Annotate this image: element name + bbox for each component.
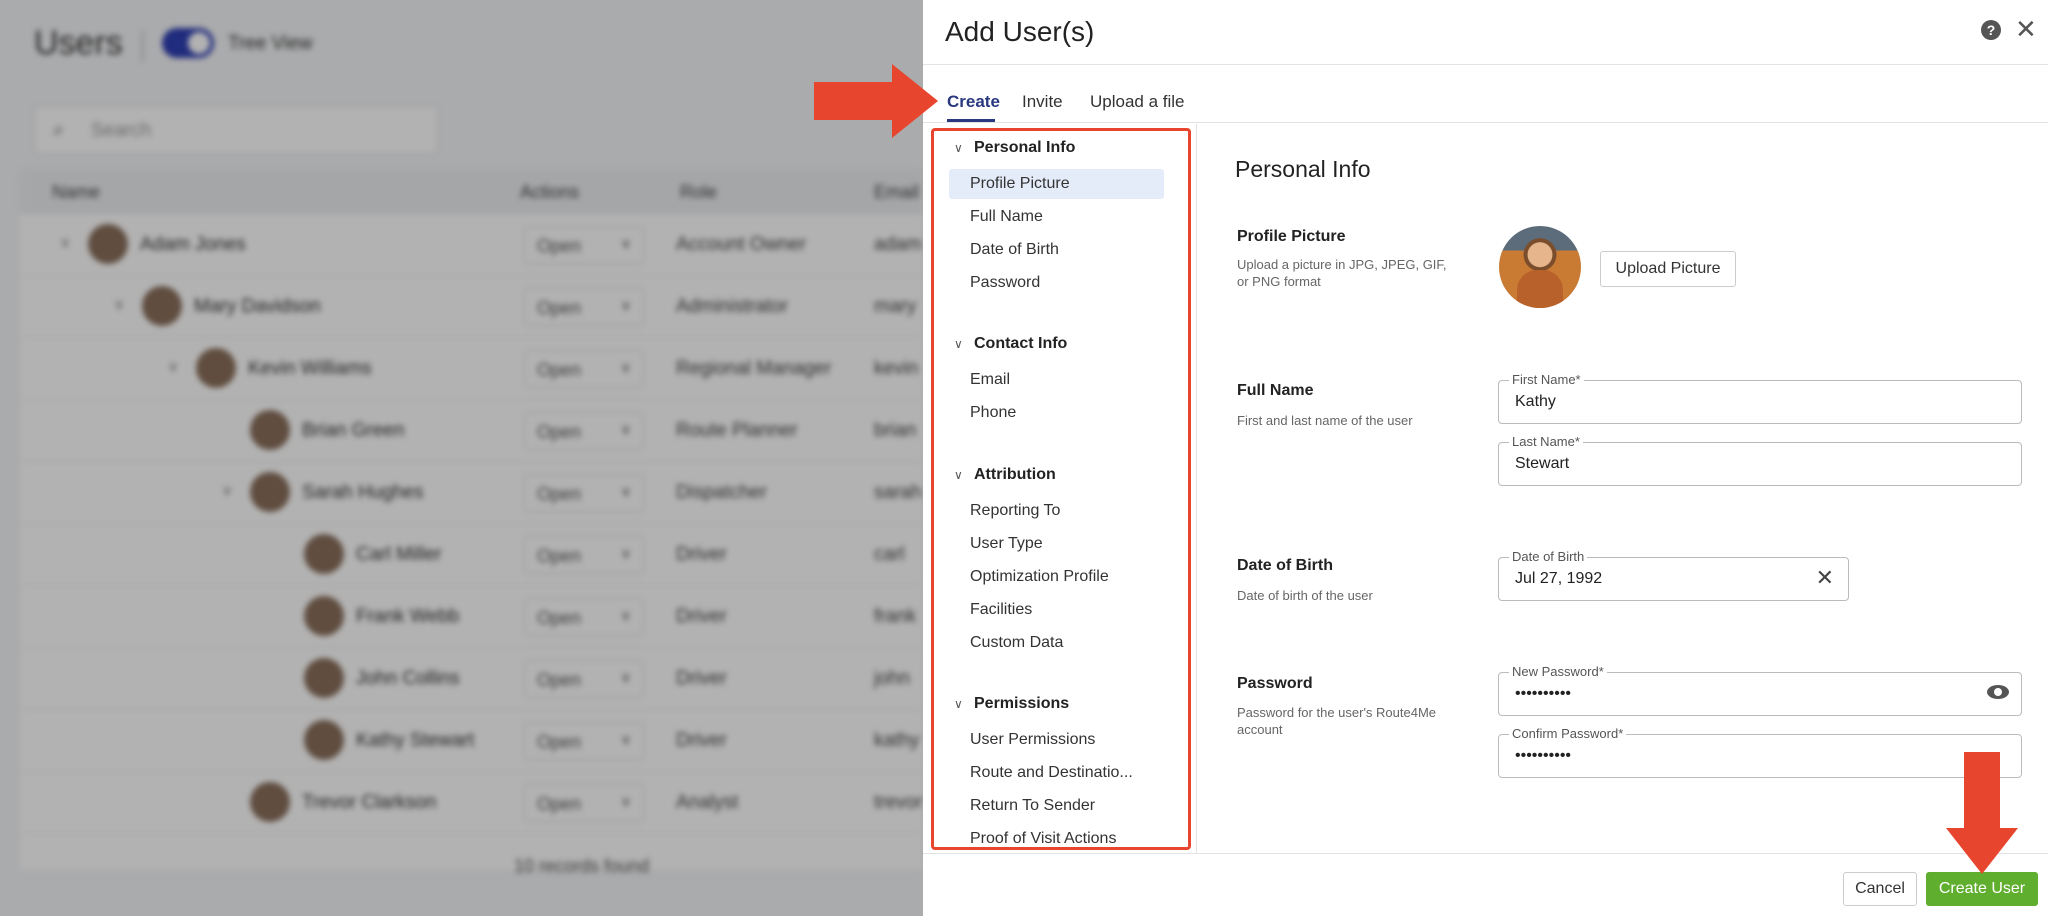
nav-item-profile-picture[interactable]: Profile Picture bbox=[949, 169, 1164, 199]
nav-item-proof-of-visit-actions[interactable]: Proof of Visit Actions bbox=[949, 824, 1164, 847]
upload-picture-button[interactable]: Upload Picture bbox=[1600, 251, 1736, 287]
date-of-birth-legend: Date of Birth bbox=[1509, 549, 1588, 564]
tabs-divider bbox=[923, 122, 2048, 123]
nav-item-phone[interactable]: Phone bbox=[949, 398, 1164, 428]
full-name-label: Full Name bbox=[1237, 382, 1314, 399]
nav-divider bbox=[1196, 124, 1197, 854]
tab-upload-file[interactable]: Upload a file bbox=[1090, 92, 1185, 112]
profile-picture-description: Upload a picture in JPG, JPEG, GIF, or P… bbox=[1237, 257, 1447, 289]
nav-item-optimization-profile[interactable]: Optimization Profile bbox=[949, 562, 1164, 592]
full-name-description: First and last name of the user bbox=[1237, 413, 1413, 428]
nav-section-label: Personal Info bbox=[974, 139, 1076, 156]
nav-item-user-type[interactable]: User Type bbox=[949, 529, 1164, 559]
nav-item-email[interactable]: Email bbox=[949, 365, 1164, 395]
nav-section-permissions[interactable]: ∨ Permissions bbox=[954, 695, 1069, 713]
chevron-down-icon: ∨ bbox=[954, 697, 963, 711]
date-of-birth-field[interactable]: Date of Birth Jul 27, 1992 ✕ bbox=[1498, 549, 1849, 601]
nav-item-route-and-destination[interactable]: Route and Destinatio... bbox=[949, 758, 1164, 788]
first-name-field[interactable]: First Name* Kathy bbox=[1498, 372, 2022, 424]
tab-create[interactable]: Create bbox=[947, 92, 1000, 112]
eye-icon[interactable] bbox=[1987, 685, 2009, 699]
new-password-legend: New Password* bbox=[1509, 664, 1607, 679]
drawer-title: Add User(s) bbox=[945, 16, 1095, 47]
first-name-value: Kathy bbox=[1515, 393, 1556, 410]
nav-item-password[interactable]: Password bbox=[949, 268, 1164, 298]
avatar bbox=[1499, 226, 1581, 308]
nav-section-label: Attribution bbox=[974, 466, 1056, 483]
confirm-password-legend: Confirm Password* bbox=[1509, 726, 1627, 741]
nav-section-label: Contact Info bbox=[974, 335, 1068, 352]
nav-item-facilities[interactable]: Facilities bbox=[949, 595, 1164, 625]
chevron-down-icon: ∨ bbox=[954, 141, 963, 155]
nav-item-return-to-sender[interactable]: Return To Sender bbox=[949, 791, 1164, 821]
chevron-down-icon: ∨ bbox=[954, 337, 963, 351]
nav-item-custom-data[interactable]: Custom Data bbox=[949, 628, 1164, 658]
nav-item-user-permissions[interactable]: User Permissions bbox=[949, 725, 1164, 755]
chevron-down-icon: ∨ bbox=[954, 468, 963, 482]
clear-icon[interactable]: ✕ bbox=[1816, 565, 1834, 591]
annotation-arrow-down-icon bbox=[1946, 752, 2018, 874]
nav-item-full-name[interactable]: Full Name bbox=[949, 202, 1164, 232]
nav-section-label: Permissions bbox=[974, 695, 1070, 712]
password-description: Password for the user's Route4Me account bbox=[1237, 705, 1437, 737]
modal-overlay[interactable] bbox=[0, 0, 923, 916]
form-section-title: Personal Info bbox=[1235, 156, 1371, 182]
date-of-birth-value: Jul 27, 1992 bbox=[1515, 570, 1603, 587]
nav-item-reporting-to[interactable]: Reporting To bbox=[949, 496, 1164, 526]
profile-picture-label: Profile Picture bbox=[1237, 228, 1346, 245]
date-of-birth-description: Date of birth of the user bbox=[1237, 588, 1373, 603]
footer-divider bbox=[923, 853, 2048, 854]
new-password-field[interactable]: New Password* •••••••••• bbox=[1498, 664, 2022, 716]
add-users-drawer: Add User(s) ? ✕ Create Invite Upload a f… bbox=[923, 0, 2048, 916]
cancel-button[interactable]: Cancel bbox=[1843, 872, 1917, 906]
nav-section-contact-info[interactable]: ∨ Contact Info bbox=[954, 335, 1067, 353]
last-name-field[interactable]: Last Name* Stewart bbox=[1498, 434, 2022, 486]
nav-item-date-of-birth[interactable]: Date of Birth bbox=[949, 235, 1164, 265]
last-name-value: Stewart bbox=[1515, 455, 1570, 472]
nav-section-attribution[interactable]: ∨ Attribution bbox=[954, 466, 1056, 484]
password-label: Password bbox=[1237, 675, 1313, 692]
last-name-legend: Last Name* bbox=[1509, 434, 1583, 449]
new-password-value: •••••••••• bbox=[1515, 685, 1572, 702]
help-icon[interactable]: ? bbox=[1981, 20, 2001, 40]
first-name-legend: First Name* bbox=[1509, 372, 1584, 387]
users-page-background: Users Tree View ⌕ Search Name Actions Ro… bbox=[0, 0, 923, 916]
date-of-birth-label: Date of Birth bbox=[1237, 557, 1333, 574]
confirm-password-value: •••••••••• bbox=[1515, 747, 1572, 764]
nav-section-personal-info[interactable]: ∨ Personal Info bbox=[954, 139, 1075, 157]
close-icon[interactable]: ✕ bbox=[2015, 14, 2037, 45]
section-navigation: ∨ Personal Info Profile Picture Full Name… bbox=[931, 128, 1191, 850]
header-divider bbox=[923, 64, 2048, 65]
tab-invite[interactable]: Invite bbox=[1022, 92, 1063, 112]
annotation-arrow-right-icon bbox=[814, 64, 938, 138]
